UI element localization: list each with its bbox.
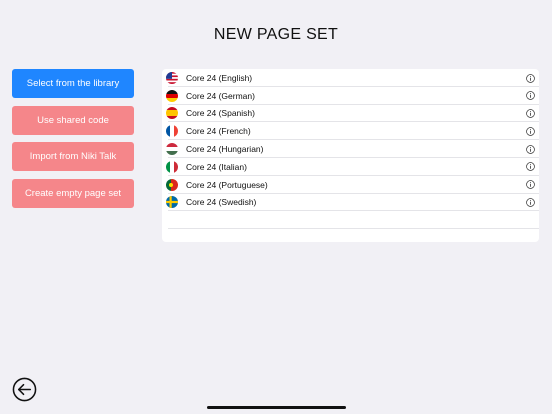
it-flag-icon (166, 160, 178, 173)
list-item[interactable]: Core 24 (Spanish) (162, 105, 539, 123)
list-item[interactable]: Core 24 (German) (162, 87, 539, 105)
home-indicator (207, 406, 346, 409)
list-item-label: Core 24 (Spanish) (186, 108, 255, 119)
list-item-label: Core 24 (French) (186, 126, 251, 137)
info-icon[interactable] (526, 127, 535, 136)
info-icon[interactable] (526, 144, 535, 154)
info-icon[interactable] (526, 91, 535, 101)
info-icon[interactable] (526, 162, 535, 172)
import-from-niki-talk-button[interactable]: Import from Niki Talk (12, 142, 134, 171)
info-icon[interactable] (526, 198, 535, 207)
de-flag-icon (166, 89, 178, 102)
create-empty-page-set-button[interactable]: Create empty page set (12, 178, 134, 208)
fr-flag-icon (166, 125, 178, 138)
list-item[interactable]: Core 24 (French) (162, 122, 539, 140)
list-item-label: Core 24 (German) (186, 90, 255, 101)
list-item-label: Core 24 (English) (186, 72, 253, 83)
list-item-label: Core 24 (Italian) (186, 161, 247, 172)
list-item[interactable]: Core 24 (English) (162, 69, 539, 87)
select-from-library-button[interactable]: Select from the library (12, 69, 134, 98)
info-icon[interactable] (526, 109, 535, 118)
list-item-label: Core 24 (Portuguese) (186, 179, 268, 190)
list-item[interactable]: Core 24 (Italian) (162, 158, 539, 176)
list-item[interactable]: Core 24 (Hungarian) (162, 140, 539, 158)
list-item-label: Core 24 (Swedish) (186, 197, 257, 208)
arrow-left-circle-icon[interactable] (12, 377, 37, 402)
list-item[interactable]: Core 24 (Portuguese) (162, 176, 539, 194)
es-flag-icon (166, 107, 178, 120)
list-item-empty (162, 211, 539, 229)
pt-flag-icon (166, 178, 178, 191)
use-shared-code-button[interactable]: Use shared code (12, 105, 134, 135)
page-set-list: Core 24 (English) Core 24 (German) Core … (162, 69, 539, 242)
se-flag-icon (166, 196, 178, 209)
page-title: NEW PAGE SET (213, 26, 339, 43)
us-flag-icon (166, 71, 178, 84)
list-item[interactable]: Core 24 (Swedish) (162, 194, 539, 212)
info-icon[interactable] (526, 73, 535, 83)
list-item-label: Core 24 (Hungarian) (186, 144, 264, 155)
hu-flag-icon (166, 143, 178, 156)
action-button-group: Select from the library Use shared code … (12, 69, 134, 215)
info-icon[interactable] (526, 180, 535, 190)
